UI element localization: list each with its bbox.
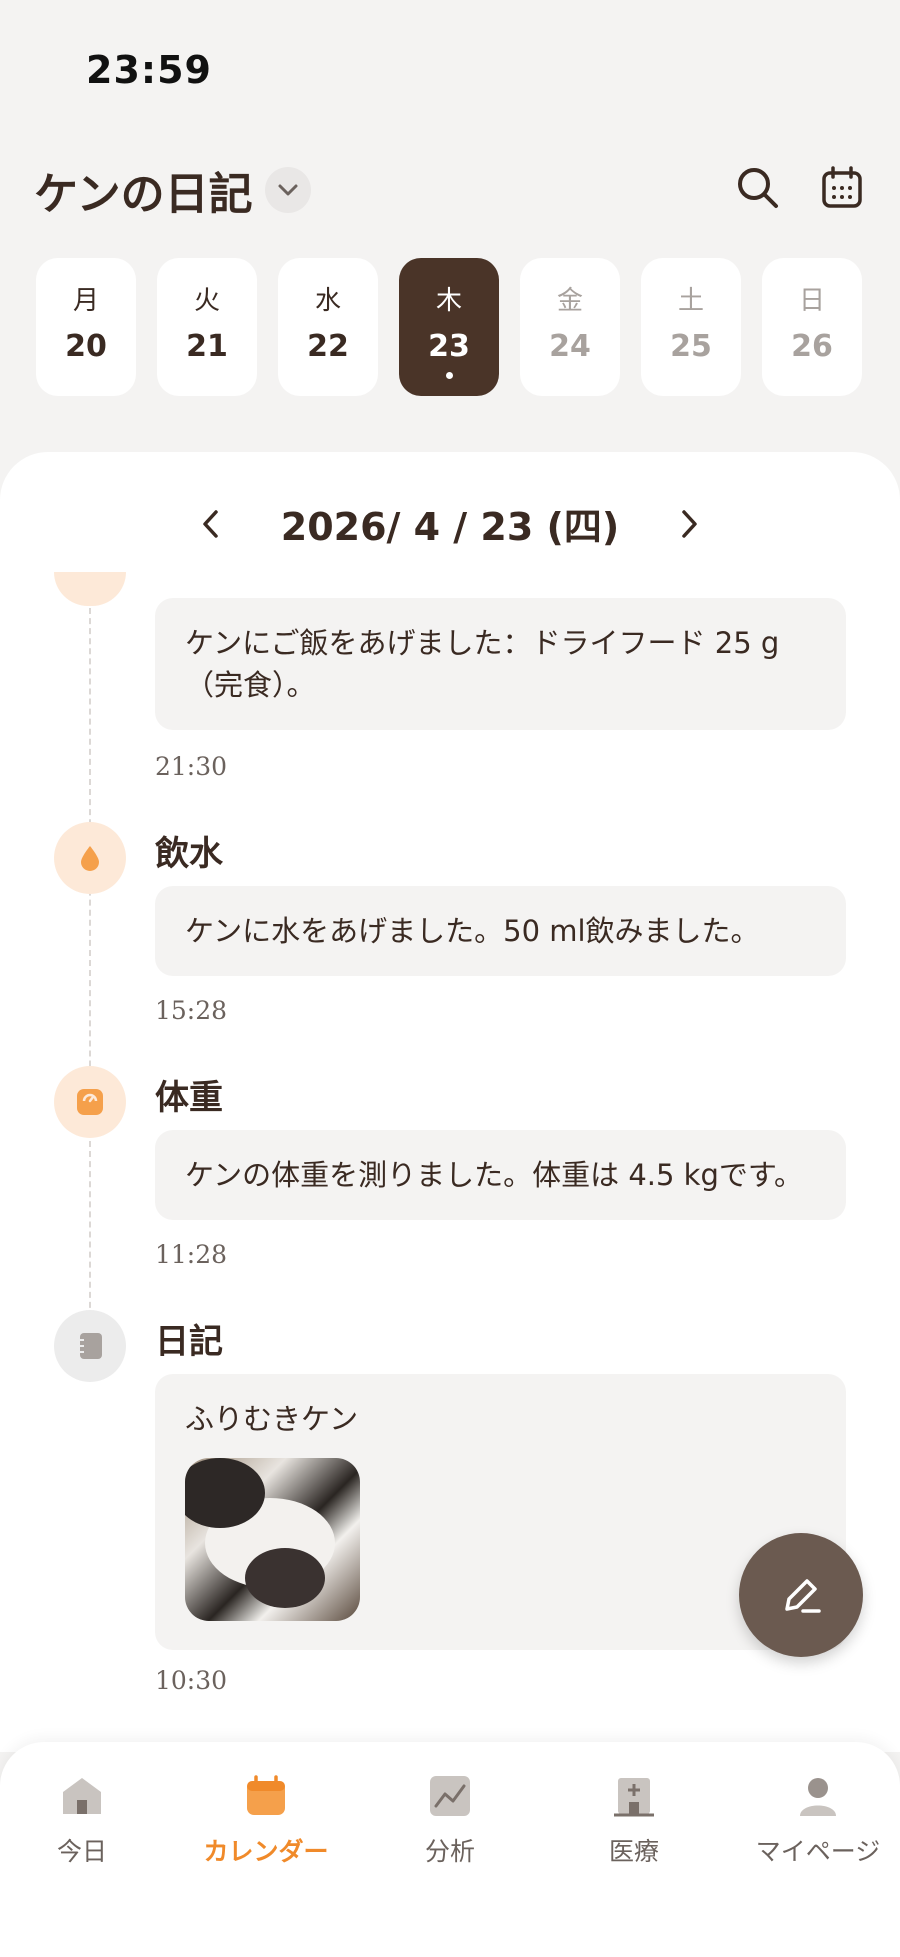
- day-number: 24: [549, 329, 591, 364]
- day-thu-selected[interactable]: 木 23: [399, 258, 499, 396]
- date-navigator: 2026/ 4 / 23 (四): [0, 496, 900, 551]
- timeline-line: [89, 598, 91, 1328]
- entry-text: ケンに水をあげました。50 ml飲みました。: [185, 914, 760, 948]
- today-dot: [445, 372, 453, 379]
- entry-title: 飲水: [155, 834, 223, 874]
- day-sun[interactable]: 日 26: [762, 258, 862, 396]
- chevron-right-icon[interactable]: [669, 504, 709, 544]
- day-of-week: 日: [798, 286, 825, 316]
- tab-label: 分析: [424, 1837, 475, 1866]
- person-icon: [800, 1778, 836, 1816]
- tab-label: マイページ: [755, 1837, 881, 1866]
- chevron-left-icon[interactable]: [191, 504, 231, 544]
- week-strip: 月 20 火 21 水 22 木 23 金 24 土 25 日 26: [36, 258, 862, 396]
- home-icon: [63, 1778, 101, 1814]
- day-of-week: 土: [677, 286, 704, 316]
- water-drop-icon: [54, 822, 126, 894]
- entry-card[interactable]: ケンの体重を測りました。体重は 4.5 kgです。: [155, 1130, 846, 1220]
- tab-medical[interactable]: 医療: [554, 1774, 714, 1868]
- page-title[interactable]: ケンの日記: [34, 158, 253, 222]
- day-tue[interactable]: 火 21: [157, 258, 257, 396]
- cat-photo[interactable]: [185, 1458, 360, 1621]
- day-number: 23: [428, 329, 470, 364]
- tab-mypage[interactable]: マイページ: [738, 1774, 898, 1868]
- day-fri[interactable]: 金 24: [520, 258, 620, 396]
- chart-icon: [430, 1776, 470, 1816]
- entry-time: 10:30: [155, 1666, 228, 1695]
- tab-label: 今日: [56, 1837, 107, 1866]
- calendar-icon: [247, 1775, 285, 1815]
- entry-text: ケンの体重を測りました。体重は 4.5 kgです。: [185, 1158, 803, 1192]
- day-number: 26: [791, 329, 833, 364]
- tab-label: 医療: [608, 1837, 659, 1866]
- search-icon[interactable]: [732, 162, 784, 214]
- entry-title: 日記: [155, 1322, 223, 1362]
- chevron-down-icon[interactable]: [264, 167, 311, 213]
- current-date: 2026/ 4 / 23 (四): [280, 505, 620, 549]
- calendar-icon[interactable]: [816, 162, 868, 214]
- day-of-week: 金: [556, 286, 583, 316]
- tab-analysis[interactable]: 分析: [370, 1774, 530, 1868]
- tab-today[interactable]: 今日: [2, 1774, 162, 1868]
- day-of-week: 水: [314, 286, 341, 316]
- day-number: 25: [670, 329, 712, 364]
- entry-time: 15:28: [155, 996, 228, 1025]
- status-time: 23:59: [86, 48, 212, 92]
- entry-text: ふりむきケン: [185, 1402, 359, 1436]
- scale-icon: [54, 1066, 126, 1138]
- entry-time: 21:30: [155, 752, 228, 781]
- entry-card[interactable]: ケンにご飯をあげました：ドライフード 25 g（完食）。: [155, 598, 846, 730]
- day-of-week: 火: [193, 286, 220, 316]
- day-of-week: 木: [435, 286, 462, 316]
- hospital-icon: [614, 1778, 654, 1817]
- day-wed[interactable]: 水 22: [278, 258, 378, 396]
- notebook-icon: [54, 1310, 126, 1382]
- day-mon[interactable]: 月 20: [36, 258, 136, 396]
- entry-title: 体重: [155, 1078, 223, 1118]
- day-number: 22: [307, 329, 349, 364]
- tab-label: カレンダー: [203, 1837, 329, 1866]
- entry-text: ケンにご飯をあげました：ドライフード 25 g（完食）。: [185, 626, 780, 702]
- edit-button[interactable]: [739, 1533, 863, 1657]
- entry-card[interactable]: ケンに水をあげました。50 ml飲みました。: [155, 886, 846, 976]
- day-number: 20: [65, 329, 107, 364]
- header: ケンの日記: [34, 158, 311, 222]
- day-sat[interactable]: 土 25: [641, 258, 741, 396]
- tab-calendar[interactable]: カレンダー: [186, 1774, 346, 1868]
- day-number: 21: [186, 329, 228, 364]
- entry-time: 11:28: [155, 1240, 228, 1269]
- pencil-icon: [785, 1579, 821, 1613]
- day-of-week: 月: [72, 286, 99, 316]
